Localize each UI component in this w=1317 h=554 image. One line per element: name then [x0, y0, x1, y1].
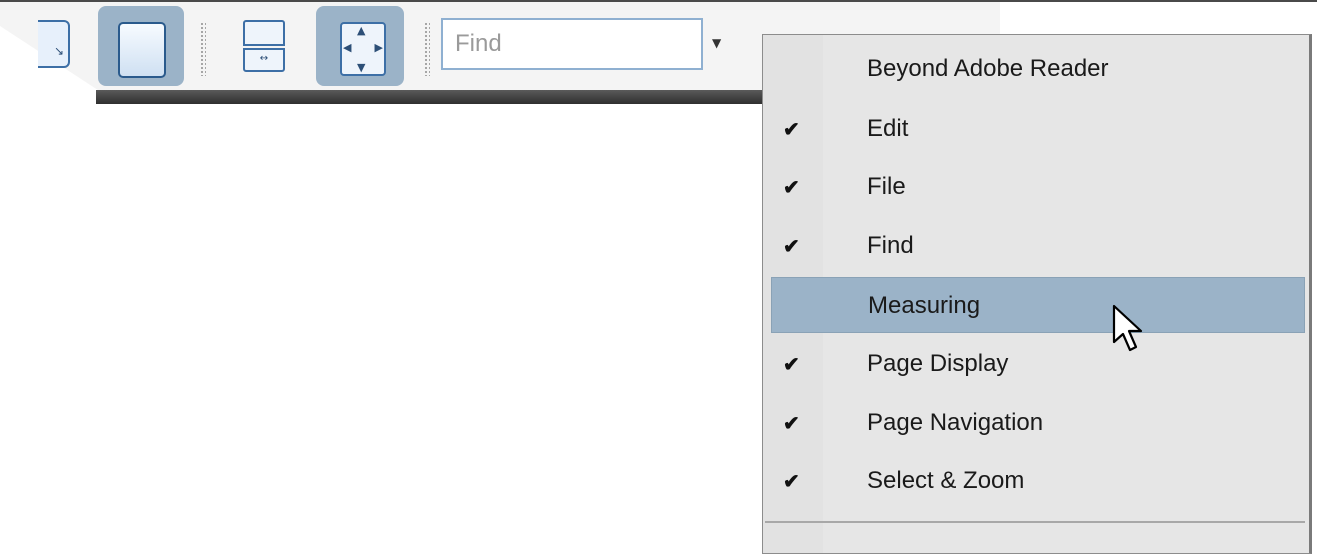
menu-item-find[interactable]: ✔ Find	[771, 218, 1305, 274]
check-icon: ✔	[783, 177, 800, 199]
two-page-scroll-icon[interactable]: ↔	[243, 20, 285, 72]
menu-item-beyond-adobe-reader[interactable]: Beyond Adobe Reader	[771, 41, 1305, 97]
find-input[interactable]: Find	[441, 18, 703, 70]
menu-item-label: Measuring	[868, 292, 981, 319]
chevron-down-icon[interactable]: ▼	[712, 36, 721, 50]
arrow-icon: ↘	[53, 44, 64, 58]
check-icon: ✔	[783, 354, 800, 376]
menu-item-label: Beyond Adobe Reader	[867, 55, 1109, 82]
menu-item-label: Find	[867, 232, 914, 259]
check-icon: ✔	[783, 236, 800, 258]
menu-item-label: Select & Zoom	[867, 467, 1025, 494]
mouse-pointer-icon	[1112, 304, 1143, 352]
menu-item-label: Page Display	[867, 350, 1009, 377]
menu-item-page-navigation[interactable]: ✔ Page Navigation	[771, 395, 1305, 451]
page-top-part	[243, 20, 285, 46]
menu-item-label: Page Navigation	[867, 409, 1044, 436]
menu-item-label: Edit	[867, 115, 909, 142]
toolbar-shadow	[96, 90, 776, 104]
toolbar-grip[interactable]	[200, 22, 206, 76]
check-icon: ✔	[783, 413, 800, 435]
single-page-icon[interactable]: ↘	[38, 20, 70, 68]
check-icon: ✔	[783, 119, 800, 141]
page-bottom-part: ↔	[243, 48, 285, 72]
menu-item-file[interactable]: ✔ File	[771, 159, 1305, 215]
menu-item-label: File	[867, 173, 906, 200]
check-icon: ✔	[783, 471, 800, 493]
window-top-border	[0, 0, 1317, 2]
menu-item-select-zoom[interactable]: ✔ Select & Zoom	[771, 453, 1305, 509]
single-page-view-icon	[118, 22, 166, 78]
toolbar-context-menu: Beyond Adobe Reader ✔ Edit ✔ File ✔ Find…	[762, 34, 1312, 554]
toolbar-grip-2[interactable]	[424, 22, 430, 76]
menu-item-measuring[interactable]: Measuring	[771, 277, 1305, 333]
fit-page-icon: ▲ ▼ ◀ ▶	[340, 22, 386, 76]
menu-item-page-display[interactable]: ✔ Page Display	[771, 336, 1305, 392]
menu-item-edit[interactable]: ✔ Edit	[771, 101, 1305, 157]
menu-separator	[765, 521, 1305, 523]
find-placeholder: Find	[455, 30, 502, 57]
